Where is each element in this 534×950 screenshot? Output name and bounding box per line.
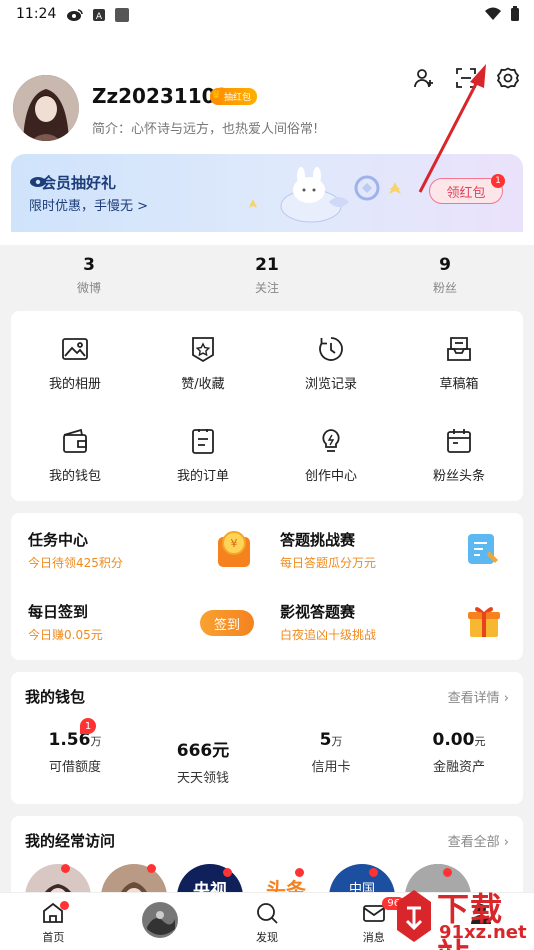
vip-badge[interactable]: ♛ 抽红包 [210, 88, 258, 105]
grid-item-orders[interactable]: 我的订单 [139, 403, 267, 495]
site-watermark: 下载站 91xz.net [395, 880, 534, 950]
tasks-card: 任务中心 今日待领425积分 ¥ 答题挑战赛 每日答题瓜分万元 每日签到 今日赚… [11, 513, 523, 660]
movie-quiz-entry[interactable]: 影视答题赛 白夜追凶十级挑战 [280, 601, 376, 643]
photo-album-icon [62, 338, 88, 360]
coin-reward-icon: ¥ [218, 531, 250, 567]
banner-subtitle: 限时优惠，手慢无 > [29, 199, 149, 214]
bunny-gift-illustration [249, 167, 401, 223]
username[interactable]: Zz20231103 [92, 84, 229, 108]
wallet-financial-assets[interactable]: 0.00元 金融资产 [395, 730, 523, 786]
grid-item-likes[interactable]: 赞/收藏 [139, 311, 267, 403]
crown-icon: ♛ [211, 88, 221, 101]
stat-following[interactable]: 21 关注 [178, 245, 356, 305]
add-friend-icon[interactable] [412, 66, 436, 90]
grid-item-creator[interactable]: 创作中心 [267, 403, 395, 495]
status-bar: 11:24 A [0, 0, 534, 30]
unread-dot [147, 864, 156, 873]
unread-dot [223, 868, 232, 877]
a-notification-icon: A [93, 9, 105, 22]
battery-icon [511, 6, 519, 21]
watermark-url: 91xz.net [439, 922, 527, 943]
wallet-credit-card[interactable]: 5万 信用卡 [267, 730, 395, 786]
task-center-entry[interactable]: 任务中心 今日待领425积分 [28, 529, 123, 571]
banner-badge: 1 [491, 174, 505, 188]
unread-dot [295, 868, 304, 877]
grid-item-album[interactable]: 我的相册 [11, 311, 139, 403]
square-notification-icon [115, 8, 129, 22]
grid-item-wallet[interactable]: 我的钱包 [11, 403, 139, 495]
status-time: 11:24 [16, 6, 57, 22]
stat-followers[interactable]: 9 粉丝 [356, 245, 534, 305]
orders-icon [192, 429, 214, 454]
tab-video[interactable] [107, 893, 214, 950]
user-avatar[interactable] [13, 75, 79, 141]
stat-posts[interactable]: 3 微博 [0, 245, 178, 305]
vip-promo-banner[interactable]: 会员抽好礼 限时优惠，手慢无 > 领红包 1 [11, 154, 523, 232]
unread-dot [369, 868, 378, 877]
wallet-credit-limit[interactable]: 1 1.56万 可借额度 [11, 718, 139, 786]
search-icon [257, 903, 278, 924]
like-collect-icon [192, 337, 214, 363]
calendar-icon [447, 429, 471, 453]
quiz-clipboard-icon [468, 534, 498, 564]
wallet-daily-cash[interactable]: 666元 天天领钱 [139, 730, 267, 786]
banner-title: 会员抽好礼 [41, 174, 117, 192]
weibo-notification-icon [67, 9, 83, 21]
svg-text:A: A [96, 12, 103, 22]
unread-dot [60, 901, 69, 910]
unread-dot [61, 864, 70, 873]
grid-item-fans-headline[interactable]: 粉丝头条 [395, 403, 523, 495]
wallet-icon [63, 428, 87, 453]
tab-discover[interactable]: 发现 [214, 893, 321, 950]
frequent-title: 我的经常访问 [25, 832, 116, 850]
scan-icon[interactable] [454, 66, 478, 90]
download-site-logo [397, 890, 431, 942]
chevron-right-icon: › [503, 835, 509, 850]
gift-box-icon [468, 606, 500, 637]
wallet-title: 我的钱包 [25, 688, 86, 706]
unread-dot [443, 868, 452, 877]
function-grid-card: 我的相册 赞/收藏 浏览记录 草稿箱 我的钱包 我的订单 创作中心 粉丝头条 [11, 311, 523, 501]
lightbulb-icon [322, 429, 340, 452]
svg-text:¥: ¥ [231, 537, 238, 550]
profile-stats: 3 微博 21 关注 9 粉丝 [0, 245, 534, 305]
wifi-icon [485, 7, 501, 20]
quiz-challenge-entry[interactable]: 答题挑战赛 每日答题瓜分万元 [280, 529, 376, 571]
wallet-card: 我的钱包 查看详情 › 1 1.56万 可借额度 666元 天天领钱 5万 信用… [11, 672, 523, 804]
daily-checkin-entry[interactable]: 每日签到 今日赚0.05元 [28, 601, 103, 643]
grid-item-drafts[interactable]: 草稿箱 [395, 311, 523, 403]
chevron-right-icon: › [503, 691, 509, 706]
user-bio[interactable]: 简介：心怀诗与远方，也热爱人间俗常! [92, 118, 318, 137]
drafts-icon [447, 337, 471, 361]
settings-gear-icon[interactable] [496, 66, 520, 90]
wallet-badge: 1 [80, 718, 96, 734]
grid-item-history[interactable]: 浏览记录 [267, 311, 395, 403]
history-icon [319, 337, 343, 361]
checkin-button[interactable]: 签到 [200, 610, 254, 636]
tab-home[interactable]: 首页 [0, 893, 107, 950]
wallet-more-link[interactable]: 查看详情 › [448, 687, 509, 706]
frequent-more-link[interactable]: 查看全部 › [448, 831, 509, 850]
video-thumbnail-icon [142, 902, 179, 938]
